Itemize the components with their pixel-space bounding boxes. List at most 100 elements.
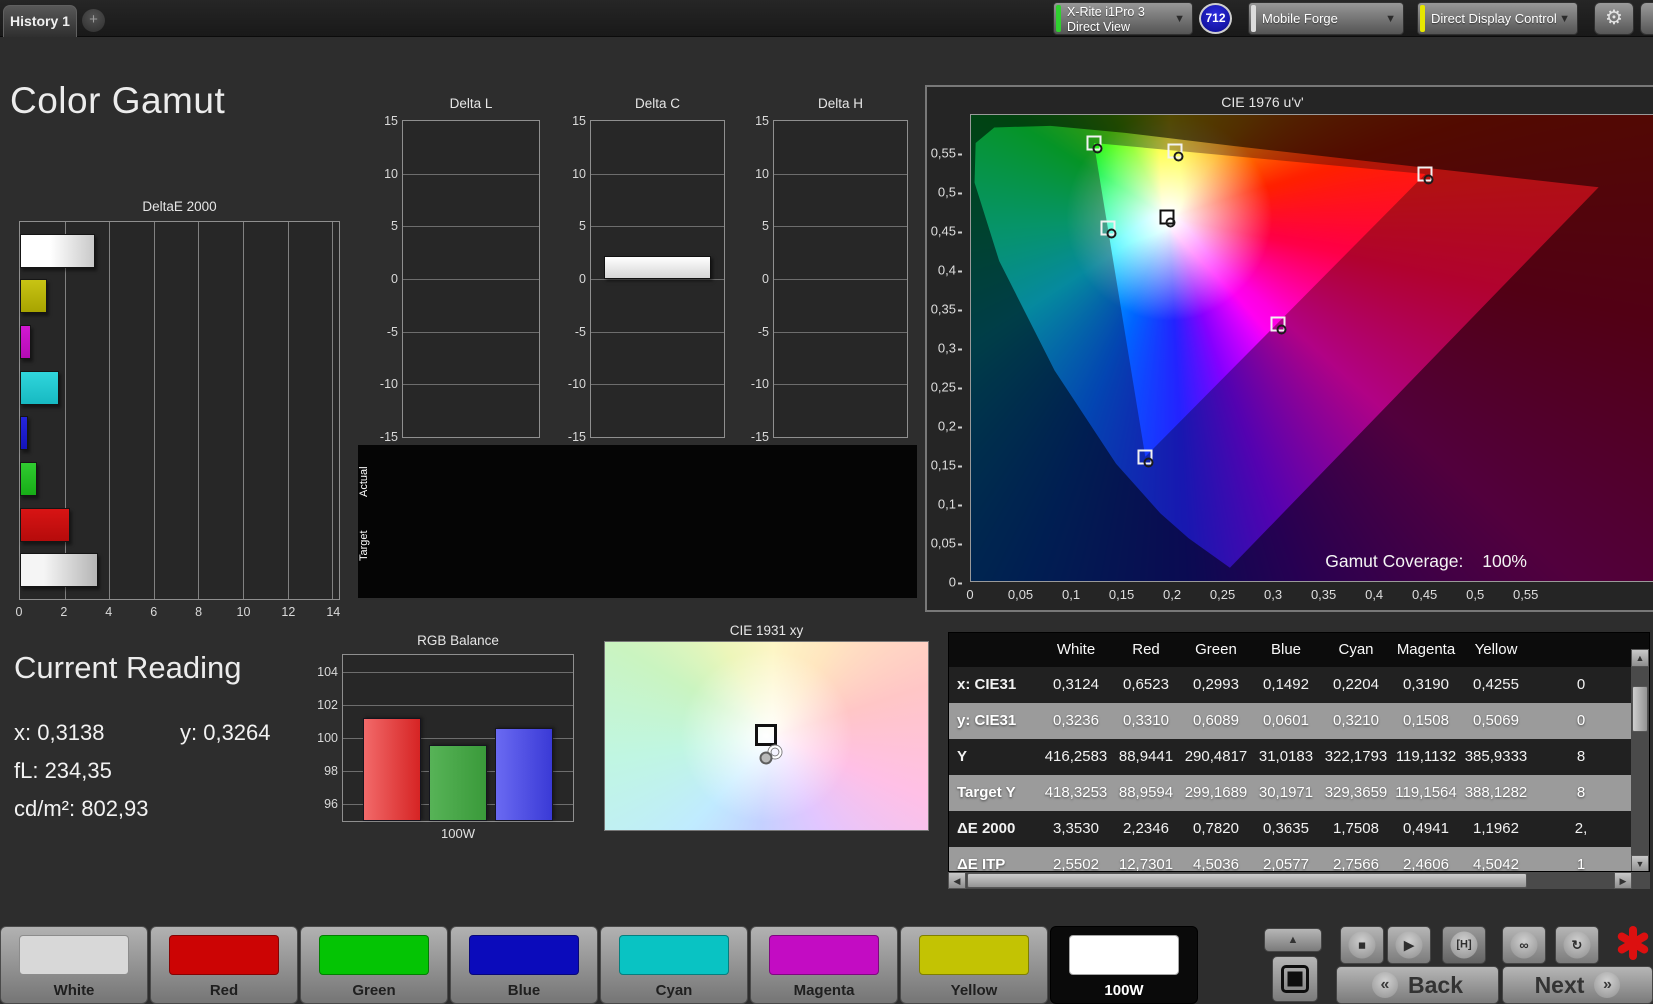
table-row: Y416,258388,9441290,481731,0183322,17931… — [949, 739, 1649, 775]
horizontal-scrollbar[interactable]: ◀ ▶ — [948, 872, 1650, 889]
cell: 12,7301 — [1111, 847, 1181, 872]
vertical-scrollbar[interactable]: ▲ ▼ — [1631, 667, 1649, 872]
axis-tick-label: 15 — [737, 114, 769, 128]
cell: 0,3635 — [1251, 811, 1321, 847]
gridline — [403, 384, 539, 385]
axis-tick-label: 0,55 — [931, 145, 962, 160]
horizontal-scroll-thumb[interactable] — [967, 873, 1527, 888]
refresh-button[interactable]: ↻ — [1555, 926, 1599, 964]
next-button[interactable]: Next » — [1502, 966, 1653, 1004]
source-dropdown[interactable]: Mobile Forge ▼ — [1248, 2, 1404, 35]
cell: 4,5042 — [1461, 847, 1531, 872]
row-label: Y — [949, 739, 1041, 775]
bar-row — [20, 456, 339, 502]
scroll-left-button[interactable]: ◀ — [948, 872, 966, 889]
axis-tick-label: 5 — [366, 219, 398, 233]
panel-expand-button[interactable]: ▲ — [1264, 928, 1322, 952]
deltae-chart-title: DeltaE 2000 — [19, 199, 340, 214]
next-label: Next — [1535, 972, 1585, 999]
play-button[interactable]: ▶ — [1387, 926, 1431, 964]
alert-asterisk-icon — [1612, 922, 1653, 964]
clipped-toolbar-button[interactable] — [1640, 2, 1653, 35]
patch-button-100w[interactable]: 100W — [1050, 926, 1198, 1004]
gridline — [774, 332, 907, 333]
refresh-icon: ↻ — [1564, 932, 1591, 959]
cell: 0,3190 — [1391, 667, 1461, 703]
patch-label: Magenta — [751, 982, 897, 999]
axis-tick-label: 0,55 — [1513, 587, 1538, 602]
cell: 0,6523 — [1111, 667, 1181, 703]
axis-tick-label: 5 — [737, 219, 769, 233]
axis-tick-label: 2 — [60, 605, 67, 619]
patch-button-blue[interactable]: Blue — [450, 926, 598, 1004]
marker-dot — [1144, 457, 1154, 467]
patch-label: White — [1, 982, 147, 999]
patch-swatch — [1069, 935, 1179, 975]
gridline — [774, 279, 907, 280]
meter-dropdown[interactable]: X-Rite i1Pro 3 Direct View ▼ — [1053, 2, 1193, 35]
patch-swatch — [19, 935, 129, 975]
meter-name: X-Rite i1Pro 3 — [1067, 5, 1145, 20]
cie1976-diagram[interactable] — [970, 114, 1653, 582]
axis-tick-label: 0,15 — [931, 458, 962, 473]
cell: 329,3659 — [1321, 775, 1391, 811]
loop-button[interactable]: ∞ — [1502, 926, 1546, 964]
bar-magenta — [20, 325, 31, 359]
bar-cyan — [20, 371, 59, 405]
cie1931-diagram[interactable] — [604, 641, 929, 831]
pattern-window-button[interactable] — [1272, 956, 1318, 1002]
scroll-down-button[interactable]: ▼ — [1631, 855, 1649, 872]
patch-button-cyan[interactable]: Cyan — [600, 926, 748, 1004]
cell: 0,6089 — [1181, 703, 1251, 739]
axis-tick-label: 0,35 — [1311, 587, 1336, 602]
meter-badge[interactable]: 712 — [1199, 3, 1232, 34]
scroll-up-button[interactable]: ▲ — [1631, 649, 1649, 667]
gridline — [403, 226, 539, 227]
stop-button[interactable]: ■ — [1340, 926, 1384, 964]
axis-tick-label: 0,2 — [938, 418, 962, 433]
patch-label: Red — [151, 982, 297, 999]
add-tab-button[interactable]: + — [82, 9, 105, 32]
table-row: x: CIE310,31240,65230,29930,14920,22040,… — [949, 667, 1649, 703]
row-label: x: CIE31 — [949, 667, 1041, 703]
axis-tick-label: 0,3 — [1264, 587, 1282, 602]
pattern-h-button[interactable]: [H] — [1442, 926, 1486, 964]
axis-tick-label: 4 — [105, 605, 112, 619]
cell: 1,7508 — [1321, 811, 1391, 847]
history-tab[interactable]: History 1 — [3, 5, 77, 37]
cell: 299,1689 — [1181, 775, 1251, 811]
meter-status-stripe — [1056, 5, 1061, 32]
scroll-right-button[interactable]: ▶ — [1614, 872, 1632, 889]
settings-button[interactable]: ⚙ — [1594, 2, 1634, 35]
back-button[interactable]: « Back — [1336, 966, 1499, 1004]
chevron-down-icon: ▼ — [1559, 13, 1570, 25]
axis-tick-label: 10 — [737, 167, 769, 181]
axis-tick-label: 0,4 — [1365, 587, 1383, 602]
control-name: Direct Display Control — [1431, 3, 1557, 34]
patch-button-green[interactable]: Green — [300, 926, 448, 1004]
bar-green — [429, 745, 487, 821]
patch-swatch — [619, 935, 729, 975]
patch-swatch — [919, 935, 1029, 975]
marker-cyan — [1101, 221, 1116, 236]
actual-row-label: Actual — [358, 450, 375, 514]
patch-button-red[interactable]: Red — [150, 926, 298, 1004]
bar-100w — [20, 553, 98, 587]
rgb-balance-xlabel: 100W — [342, 826, 574, 841]
axis-tick-label: 0 — [366, 272, 398, 286]
display-control-dropdown[interactable]: Direct Display Control ▼ — [1417, 2, 1578, 35]
patch-label: Green — [301, 982, 447, 999]
patch-button-white[interactable]: White — [0, 926, 148, 1004]
cell: 2,7566 — [1321, 847, 1391, 872]
patch-button-magenta[interactable]: Magenta — [750, 926, 898, 1004]
cell: 0,5069 — [1461, 703, 1531, 739]
patch-button-yellow[interactable]: Yellow — [900, 926, 1048, 1004]
cell: 0 — [1531, 703, 1631, 739]
cell: 119,1132 — [1391, 739, 1461, 775]
reading-fl: fL: 234,35 — [14, 758, 112, 784]
vertical-scroll-thumb[interactable] — [1632, 686, 1648, 732]
axis-tick-label: -5 — [737, 325, 769, 339]
gridline — [591, 384, 724, 385]
cell: 2,0577 — [1251, 847, 1321, 872]
marker-dot — [1107, 229, 1117, 239]
